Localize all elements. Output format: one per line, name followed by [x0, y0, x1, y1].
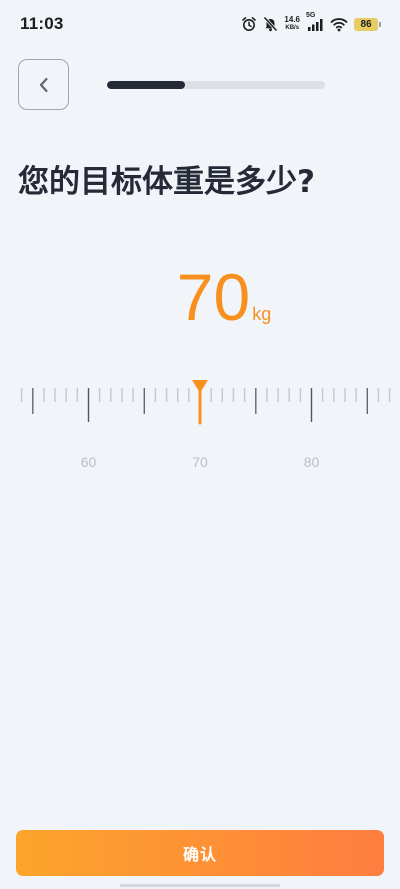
status-icons: 14.6 KB/s 5G 86: [241, 12, 381, 34]
mute-icon: [263, 16, 279, 32]
chevron-left-icon: [39, 77, 48, 92]
question-title: 您的目标体重是多少?: [18, 164, 315, 200]
ruler-label: 70: [192, 454, 208, 470]
home-indicator: [120, 884, 280, 887]
status-bar: 11:03 14.6 KB/s 5G 86: [0, 0, 400, 46]
phone-screen: 11:03 14.6 KB/s 5G 86 您的目标体重是多少? 70 kg 6…: [0, 0, 400, 889]
alarm-icon: [241, 16, 257, 32]
weight-unit: kg: [252, 304, 272, 324]
ruler-label: 60: [81, 454, 97, 470]
ruler-label: 80: [304, 454, 320, 470]
status-time: 11:03: [20, 14, 64, 33]
net-speed-value: 14.6: [284, 15, 300, 24]
back-button[interactable]: [18, 59, 69, 110]
network-type: 5G: [306, 12, 316, 19]
progress-bar: [107, 81, 325, 89]
battery-icon: 86: [354, 17, 381, 31]
net-speed-unit: KB/s: [285, 25, 300, 31]
ruler-indicator-icon: [192, 380, 208, 393]
weight-ruler[interactable]: 60 70 80: [0, 376, 400, 476]
weight-value: 70: [176, 260, 251, 334]
confirm-button[interactable]: 确认: [16, 830, 384, 876]
wifi-icon: [330, 16, 348, 32]
ruler-canvas[interactable]: 60 70 80: [0, 376, 400, 476]
weight-display: 70 kg: [0, 262, 400, 332]
signal-icon: 5G: [306, 12, 324, 33]
progress-fill: [107, 81, 186, 89]
net-speed: 14.6 KB/s: [284, 16, 300, 32]
